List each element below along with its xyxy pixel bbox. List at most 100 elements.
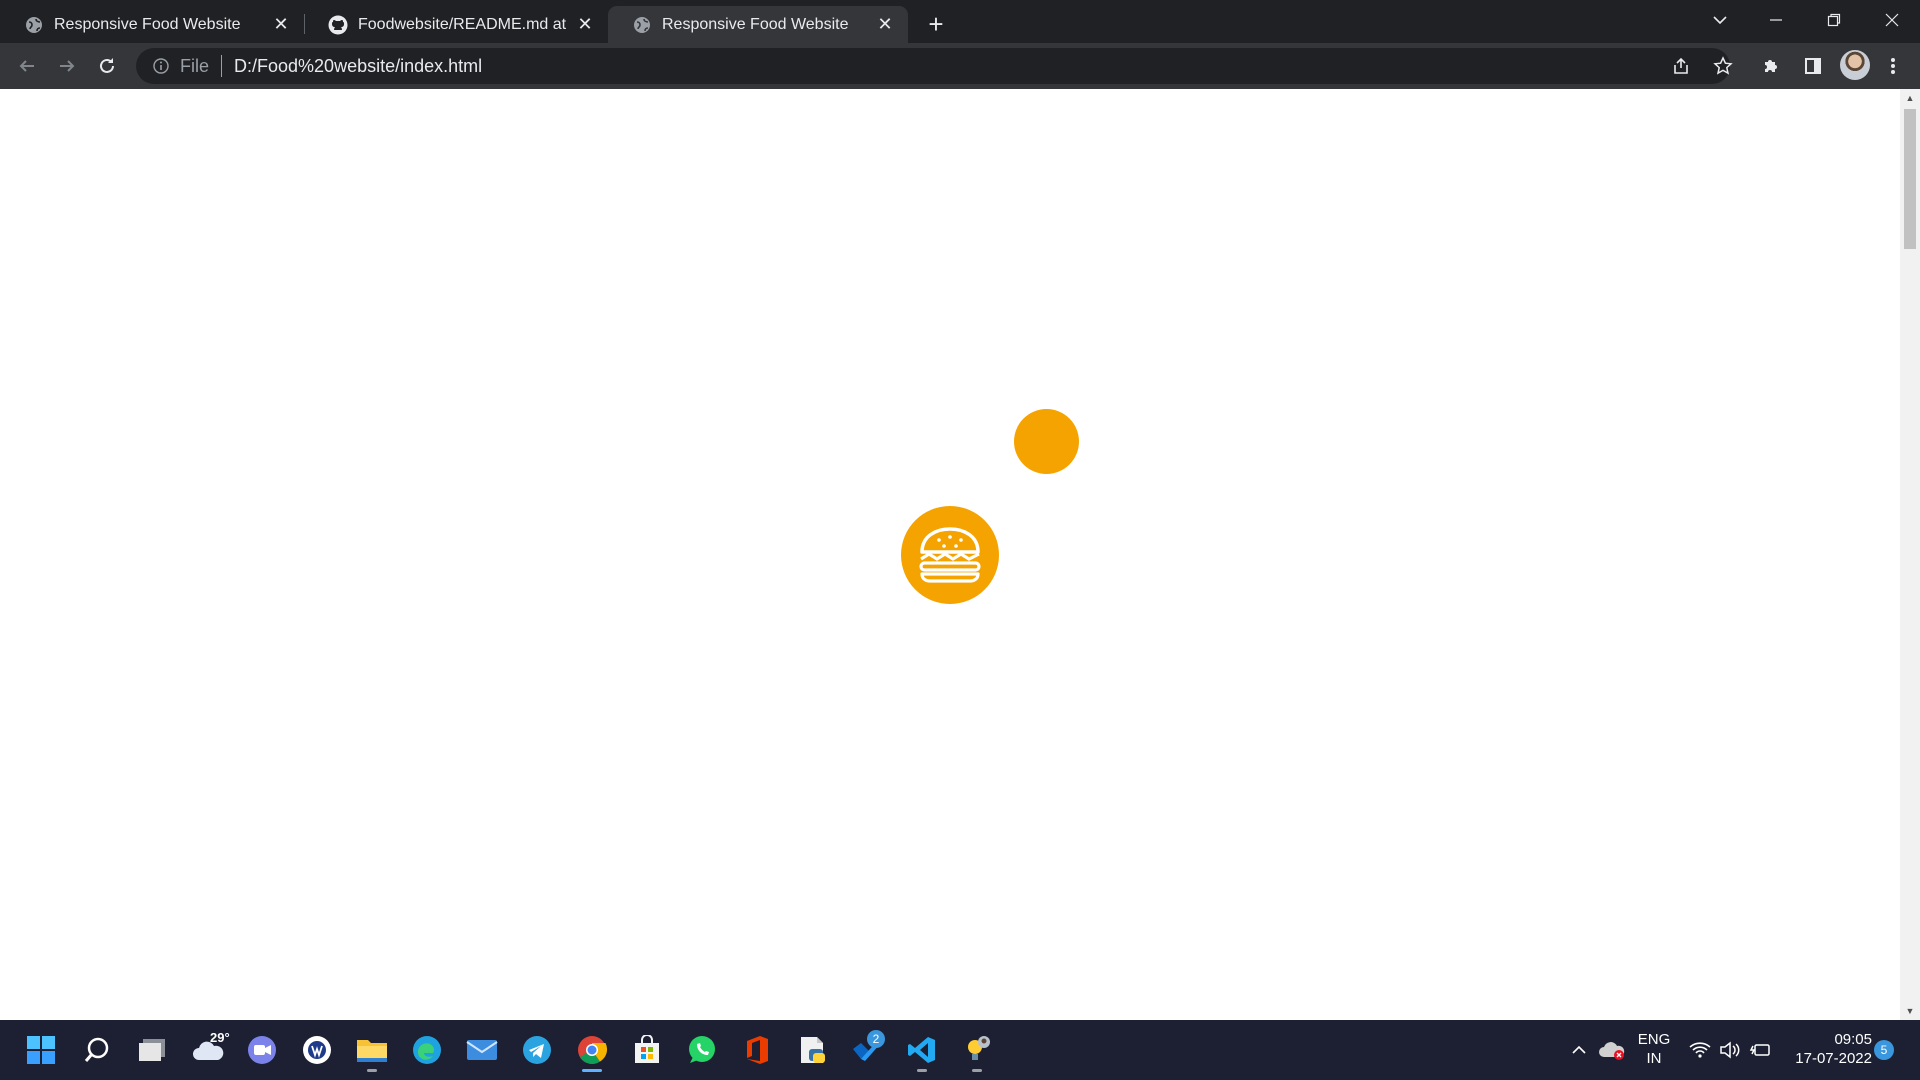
restore-icon [1827,13,1841,27]
extensions-button[interactable] [1754,49,1788,83]
forward-button[interactable] [50,49,84,83]
office-icon [747,1036,768,1064]
region-code: IN [1646,1050,1662,1067]
star-icon [1713,56,1733,75]
share-icon [1674,57,1688,74]
battery-status[interactable] [1740,1028,1780,1072]
page-scrollbar[interactable]: ▲ ▼ [1900,89,1920,1020]
clock-time: 09:05 [1834,1031,1872,1048]
weather-widget[interactable]: 29° [186,1028,230,1072]
restore-button[interactable] [1806,0,1862,40]
scroll-down-arrow[interactable]: ▼ [1900,1002,1920,1020]
onedrive-button[interactable] [1592,1028,1632,1072]
tab-title: Foodwebsite/README.md at main [358,15,566,33]
reload-button[interactable] [90,49,124,83]
mail-button[interactable] [460,1028,504,1072]
close-icon[interactable]: ✕ [574,14,596,36]
menu-button[interactable] [1876,49,1910,83]
scroll-thumb[interactable] [1904,109,1916,249]
office-button[interactable] [735,1028,779,1072]
store-button[interactable] [625,1028,669,1072]
url-text[interactable]: D:/Food%20website/index.html [234,56,482,77]
address-bar[interactable]: File D:/Food%20website/index.html [136,48,1730,84]
vscode-icon [908,1037,935,1063]
whatsapp-icon [689,1036,715,1063]
clock-date: 17-07-2022 [1795,1050,1872,1067]
scroll-up-arrow[interactable]: ▲ [1900,89,1920,107]
power-automate-button[interactable]: 2 [845,1028,889,1072]
lightbulb-icon [968,1036,990,1060]
telegram-icon [523,1036,551,1064]
wifi-icon [1689,1042,1711,1058]
burger-icon [919,527,981,583]
edge-icon [413,1036,441,1064]
minimize-button[interactable] [1748,0,1804,40]
notification-badge: 2 [867,1030,885,1048]
telegram-button[interactable] [515,1028,559,1072]
tab-search-button[interactable] [1692,0,1748,40]
divider [221,55,223,77]
side-panel-icon [1805,58,1821,74]
search-button[interactable] [75,1028,119,1072]
back-button[interactable] [10,49,44,83]
tab-title: Responsive Food Website [662,15,849,33]
globe-icon [632,15,652,35]
side-panel-button[interactable] [1796,49,1830,83]
running-indicator [367,1069,377,1072]
vscode-button[interactable] [900,1028,944,1072]
teams-chat-button[interactable] [240,1028,284,1072]
running-indicator [917,1069,927,1072]
tips-button[interactable] [955,1028,999,1072]
whatsapp-button[interactable] [680,1028,724,1072]
loader-burger-circle [901,506,999,604]
clock[interactable]: 09:05 17-07-2022 [1782,1030,1872,1068]
tab-title: Responsive Food Website [54,15,241,33]
reload-icon [100,58,114,73]
store-icon [635,1035,659,1063]
whiteboard-button[interactable] [295,1028,339,1072]
info-icon[interactable] [150,55,172,77]
notification-center-badge[interactable]: 5 [1874,1040,1894,1060]
tab-food-website-active[interactable]: Responsive Food Website ✕ [608,6,908,43]
close-icon[interactable]: ✕ [270,14,292,36]
puzzle-icon [1765,60,1777,72]
more-vert-icon [1891,58,1895,74]
file-explorer-button[interactable] [350,1028,394,1072]
notepad-python-icon [801,1037,825,1063]
tab-strip: Responsive Food Website ✕ Foodwebsite/RE… [0,0,1920,43]
globe-icon [24,15,44,35]
close-icon [1885,13,1899,27]
bookmark-button[interactable] [1706,49,1740,83]
chevron-down-icon [1713,16,1727,25]
new-tab-button[interactable]: + [920,8,952,40]
chrome-icon [578,1036,607,1064]
battery-charging-icon [1749,1044,1770,1056]
running-indicator [972,1069,982,1072]
whiteboard-icon [303,1036,331,1064]
minimize-icon [1770,19,1782,21]
python-editor-button[interactable] [790,1028,834,1072]
weather-temperature: 29° [210,1030,230,1045]
task-view-button[interactable] [130,1028,174,1072]
loader-dot [1014,409,1079,474]
input-language[interactable]: ENG IN [1634,1030,1674,1068]
close-window-button[interactable] [1864,0,1920,40]
edge-button[interactable] [405,1028,449,1072]
start-button[interactable] [19,1028,63,1072]
task-view-icon [139,1039,165,1061]
tab-github-readme[interactable]: Foodwebsite/README.md at main ✕ [304,6,608,43]
profile-avatar[interactable] [1840,50,1870,80]
search-icon [84,1037,109,1062]
chevron-up-icon [1572,1045,1586,1054]
chrome-button[interactable] [570,1028,614,1072]
language-code: ENG [1637,1031,1671,1048]
folder-icon [357,1040,387,1062]
mail-icon [466,1040,498,1060]
windows-logo-icon [27,1036,55,1064]
close-icon[interactable]: ✕ [874,14,896,36]
tab-food-website-1[interactable]: Responsive Food Website ✕ [0,6,304,43]
video-chat-icon [248,1036,276,1064]
windows-taskbar: 29° 2 ENG IN 09:05 17-07-2022 [0,1020,1920,1080]
share-button[interactable] [1664,49,1698,83]
running-indicator [582,1069,602,1072]
